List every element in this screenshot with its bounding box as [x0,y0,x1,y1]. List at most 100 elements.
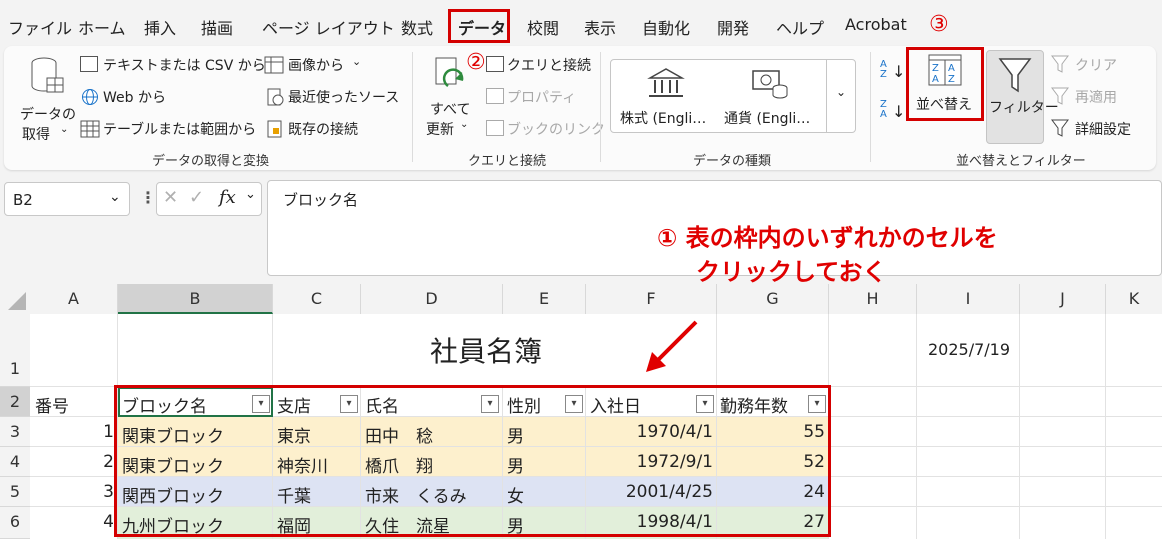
group-label-get-data: データの取得と変換 [152,154,270,169]
row-header-3[interactable]: 3 [0,417,30,447]
column-header-d[interactable]: D [361,284,503,314]
filter-funnel-icon [998,58,1032,93]
menu-help[interactable]: ヘルプ [776,15,824,39]
from-text-csv-button[interactable]: テキストまたは CSV から [103,55,266,75]
row-header-6[interactable]: 6 [0,507,30,539]
queries-connections-button[interactable]: クエリと接続 [507,55,591,75]
menu-insert[interactable]: 挿入 [144,15,176,39]
refresh-icon [435,57,464,88]
sheet-title[interactable]: 社員名簿 [430,330,542,370]
filter-label: フィルター [989,100,1059,116]
database-icon [31,57,64,93]
menu-review[interactable]: 校閲 [527,15,559,39]
properties-button[interactable]: プロパティ [507,87,576,107]
reapply-button[interactable]: 再適用 [1075,87,1117,107]
column-header-c[interactable]: C [273,284,361,314]
chevron-down-icon: ⌄ [60,124,69,135]
cancel-icon[interactable]: ✕ [163,187,178,208]
menu-page-layout[interactable]: ページ レイアウト [262,15,395,39]
table-row-number[interactable]: 1 [30,422,114,442]
refresh-label-2: 更新 [426,122,454,138]
column-header-e[interactable]: E [503,284,586,314]
separator [870,52,871,162]
recent-sources-icon [267,88,284,106]
chevron-down-icon: ⌄ [460,119,469,130]
row-header-2[interactable]: 2 [0,387,30,417]
chevron-down-icon: ⌄ [109,189,121,205]
row-header-4[interactable]: 4 [0,447,30,477]
stocks-label: 株式 (Engli… [620,111,707,127]
formula-value: ブロック名 [283,191,359,209]
sort-desc-button[interactable]: ZA ↓ [880,100,906,128]
sort-desc-icon: ZA [880,99,887,120]
menu-acrobat[interactable]: Acrobat [845,15,907,34]
table-row-number[interactable]: 2 [30,452,114,472]
advanced-filter-button[interactable]: 詳細設定 [1075,119,1131,139]
arrow-down-icon: ↓ [892,62,906,81]
row-header-1[interactable]: 1 [0,314,30,387]
column-header-a[interactable]: A [30,284,118,314]
existing-connections-button[interactable]: 既存の接続 [288,119,358,139]
clear-filter-button[interactable]: クリア [1075,55,1117,75]
formula-buttons: ✕ ✓ fx ⌄ [156,182,262,216]
name-box-value: B2 [13,191,33,209]
insert-function-icon[interactable]: fx [219,187,236,208]
name-box[interactable]: B2 ⌄ [4,182,130,216]
column-header-j[interactable]: J [1020,284,1106,314]
chevron-down-icon: ⌄ [352,55,362,68]
step1-instruction-1: ① 表の枠内のいずれかのセルを [657,224,998,252]
from-image-button[interactable]: 画像から [288,55,344,75]
from-table-range-button[interactable]: テーブルまたは範囲から [103,119,256,139]
currency-label: 通貨 (Engli… [724,111,811,127]
menu-developer[interactable]: 開発 [717,15,749,39]
queries-connections-icon [486,56,504,72]
column-header-h[interactable]: H [829,284,917,314]
globe-icon [82,89,98,105]
group-label-sort-filter: 並べ替えとフィルター [956,154,1086,169]
menu-bar: ファイル ホーム 挿入 描画 ページ レイアウト 数式 データ 校閲 表示 自動… [0,0,1162,46]
menu-file[interactable]: ファイル [8,15,72,39]
from-web-button[interactable]: Web から [103,87,166,107]
chevron-down-icon: ⌄ [836,85,847,99]
sort-asc-icon: AZ [880,59,887,80]
select-all-button[interactable] [0,284,30,314]
table-icon [80,120,100,138]
text-file-icon [80,56,98,72]
recent-sources-button[interactable]: 最近使ったソース [288,87,399,107]
group-label-data-types: データの種類 [693,154,772,169]
data-types-expand-button[interactable]: ⌄ [826,59,856,133]
column-header-k[interactable]: K [1106,284,1162,314]
step1-instruction-2: クリックしておく [696,258,887,286]
arrow-down-icon: ↓ [892,102,906,121]
sheet-date[interactable]: 2025/7/19 [928,340,1010,359]
table-row-number[interactable]: 3 [30,482,114,502]
column-header-b[interactable]: B [118,284,273,314]
clear-filter-icon [1051,55,1069,73]
header-number[interactable]: 番号 [35,392,69,417]
book-links-icon [486,120,504,136]
group-label-queries: クエリと接続 [468,154,547,169]
menu-draw[interactable]: 描画 [201,15,233,39]
select-all-icon [8,292,26,310]
table-row-number[interactable]: 4 [30,512,114,532]
menu-automate[interactable]: 自動化 [642,15,690,39]
column-header-g[interactable]: G [717,284,829,314]
currency-button[interactable]: 通貨 (Engli… [720,62,824,128]
filter-button[interactable]: フィルター [986,50,1059,144]
get-data-button[interactable]: データの 取得 ⌄ [16,54,78,144]
more-options-icon[interactable]: ⋮ [140,188,156,207]
column-header-i[interactable]: I [917,284,1020,314]
menu-home[interactable]: ホーム [78,15,126,39]
confirm-icon[interactable]: ✓ [189,187,204,208]
menu-view[interactable]: 表示 [584,15,616,39]
stocks-button[interactable]: 株式 (Engli… [616,62,716,128]
currency-icon [752,70,788,99]
reapply-icon [1051,87,1069,105]
book-links-button[interactable]: ブックのリンク [507,119,605,139]
sort-asc-button[interactable]: AZ ↓ [880,60,906,88]
bank-icon [647,68,685,97]
separator [412,52,413,162]
menu-formulas[interactable]: 数式 [401,15,433,39]
column-header-f[interactable]: F [586,284,717,314]
row-header-5[interactable]: 5 [0,477,30,507]
